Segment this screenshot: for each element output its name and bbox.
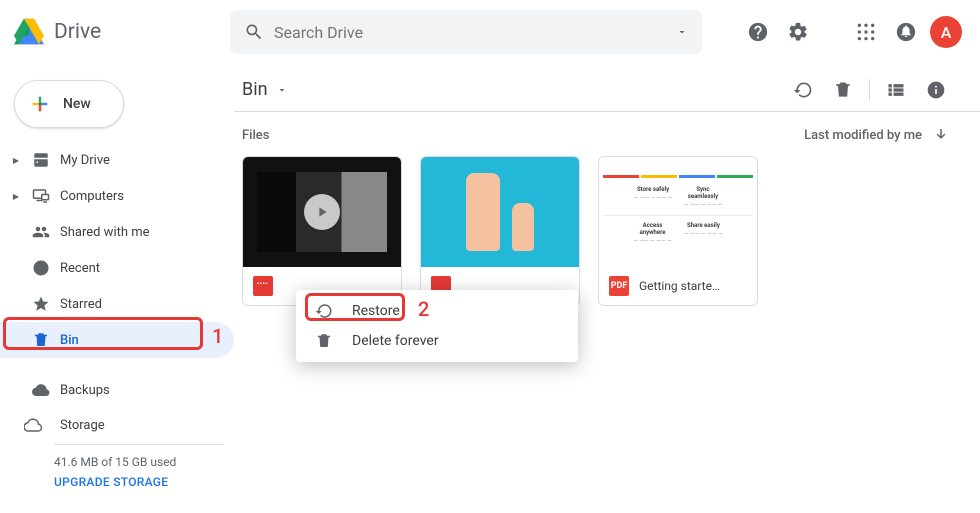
file-card[interactable] (242, 156, 402, 306)
video-badge-icon (253, 276, 273, 296)
trash-icon (314, 332, 334, 350)
storage-label: Storage (60, 418, 105, 433)
clock-icon (22, 259, 60, 277)
star-icon (22, 295, 60, 313)
divider (54, 444, 224, 445)
location-breadcrumb[interactable]: Bin (242, 79, 288, 100)
thumbnail: Store safely— —— — —— —Sync seamlessly— … (599, 157, 757, 267)
context-menu-delete-forever[interactable]: Delete forever (296, 326, 578, 356)
search-input[interactable] (274, 23, 666, 42)
storage-header[interactable]: Storage (24, 416, 234, 434)
sidebar-item-my-drive[interactable]: ▶ My Drive (0, 142, 234, 178)
restore-icon (314, 302, 334, 320)
label: Backups (60, 383, 110, 398)
upgrade-storage-link[interactable]: UPGRADE STORAGE (54, 475, 168, 489)
view-toggle-button[interactable] (876, 70, 916, 110)
annotation-number-2: 2 (418, 297, 429, 321)
label: Computers (60, 189, 124, 204)
chevron-down-icon (276, 84, 288, 96)
file-card[interactable]: Store safely— —— — —— —Sync seamlessly— … (598, 156, 758, 306)
sidebar-item-backups[interactable]: Backups (0, 372, 234, 408)
search-box[interactable] (230, 10, 702, 54)
storage-section: Storage 41.6 MB of 15 GB used UPGRADE ST… (0, 408, 234, 489)
drive-logo-icon (14, 17, 44, 47)
file-name: Getting starte… (639, 279, 720, 293)
context-menu: Restore Delete forever (296, 290, 578, 362)
sidebar: New ▶ My Drive ▶ Computers Shared with m… (0, 64, 234, 513)
search-icon (244, 22, 264, 42)
expand-icon[interactable]: ▶ (10, 192, 22, 201)
new-button[interactable]: New (14, 80, 124, 128)
plus-icon (29, 93, 51, 115)
toolbar: Bin (234, 64, 980, 112)
product-name: Drive (54, 20, 101, 44)
drive-icon (22, 151, 60, 169)
label: My Drive (60, 153, 110, 168)
play-icon (304, 194, 340, 230)
thumbnail (421, 157, 579, 267)
arrow-down-icon (932, 126, 950, 144)
people-icon (22, 223, 60, 241)
label: Shared with me (60, 225, 150, 240)
toolbar-actions (783, 70, 956, 110)
header-actions: A (710, 12, 966, 52)
thumbnail (243, 157, 401, 267)
section-header: Files Last modified by me (234, 112, 980, 150)
nav-list: ▶ My Drive ▶ Computers Shared with me Re… (0, 142, 234, 408)
pdf-badge-icon: PDF (609, 276, 629, 296)
context-item-label: Restore (352, 303, 400, 319)
settings-button[interactable] (778, 12, 818, 52)
apps-button[interactable] (846, 12, 886, 52)
label: Starred (60, 297, 102, 312)
help-button[interactable] (738, 12, 778, 52)
trash-icon (22, 331, 60, 349)
file-footer: PDF Getting starte… (599, 267, 757, 305)
sidebar-item-starred[interactable]: Starred (0, 286, 234, 322)
sidebar-item-bin[interactable]: Bin (0, 322, 234, 358)
divider (869, 79, 870, 101)
file-card[interactable] (420, 156, 580, 306)
details-button[interactable] (916, 70, 956, 110)
delete-toolbar-button[interactable] (823, 70, 863, 110)
cloud-icon (22, 381, 60, 399)
app-header: Drive A (0, 0, 980, 64)
storage-used: 41.6 MB of 15 GB used (54, 455, 234, 469)
label: Bin (60, 333, 79, 348)
new-button-label: New (63, 96, 91, 112)
computers-icon (22, 187, 60, 205)
sort-control[interactable]: Last modified by me (804, 126, 950, 144)
sort-label: Last modified by me (804, 128, 922, 143)
notifications-button[interactable] (886, 12, 926, 52)
avatar: A (930, 16, 962, 48)
sidebar-item-shared[interactable]: Shared with me (0, 214, 234, 250)
search-options-dropdown-icon[interactable] (676, 26, 688, 38)
files-heading: Files (242, 128, 269, 143)
location-title: Bin (242, 79, 268, 100)
sidebar-item-recent[interactable]: Recent (0, 250, 234, 286)
sidebar-item-computers[interactable]: ▶ Computers (0, 178, 234, 214)
files-grid: Store safely— —— — —— —Sync seamlessly— … (234, 150, 980, 312)
context-item-label: Delete forever (352, 333, 439, 349)
expand-icon[interactable]: ▶ (10, 156, 22, 165)
main: New ▶ My Drive ▶ Computers Shared with m… (0, 64, 980, 513)
content-area: Bin Files Last modified by me (234, 64, 980, 513)
cloud-outline-icon (24, 416, 42, 434)
label: Recent (60, 261, 100, 276)
account-button[interactable]: A (926, 12, 966, 52)
restore-toolbar-button[interactable] (783, 70, 823, 110)
context-menu-restore[interactable]: Restore (296, 296, 578, 326)
logo-area: Drive (14, 17, 230, 47)
annotation-number-1: 1 (212, 324, 223, 348)
